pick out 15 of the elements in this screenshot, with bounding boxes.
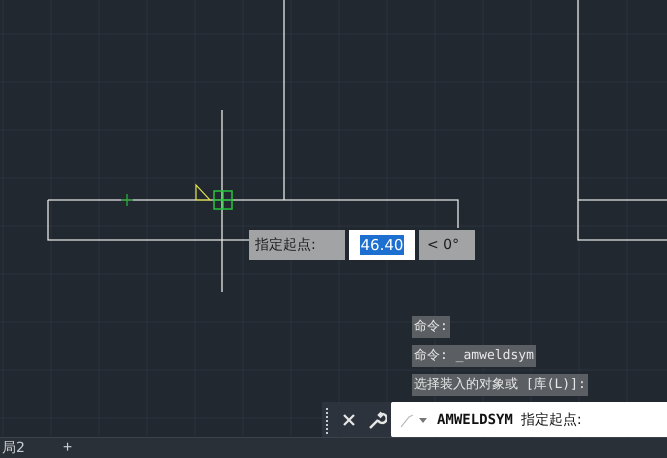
add-tab-button[interactable]: + xyxy=(56,439,78,457)
angle-field[interactable]: < 0° xyxy=(419,230,475,260)
prompt-label: 指定起点: xyxy=(249,230,345,260)
snap-marker-icon xyxy=(213,190,233,210)
grip-icon[interactable] xyxy=(326,406,329,434)
command-name: AMWELDSYM xyxy=(437,412,513,428)
command-prompt: 指定起点: xyxy=(520,410,582,428)
distance-input[interactable]: 46.40 xyxy=(349,230,415,260)
plus-marker-icon xyxy=(121,194,133,206)
layout-tab[interactable]: 局2 xyxy=(0,439,33,457)
wrench-icon[interactable] xyxy=(367,410,387,430)
command-line-field[interactable]: AMWELDSYM 指定起点: xyxy=(391,402,667,437)
close-icon[interactable] xyxy=(342,412,356,426)
drawing-canvas[interactable]: 指定起点: 46.40 < 0° 命令: 命令: _amweldsym 选择装入的对象或 [库(L)]: AMWELDSYM 指定起点: xyxy=(0,0,667,437)
triangle-marker-icon xyxy=(195,183,212,201)
